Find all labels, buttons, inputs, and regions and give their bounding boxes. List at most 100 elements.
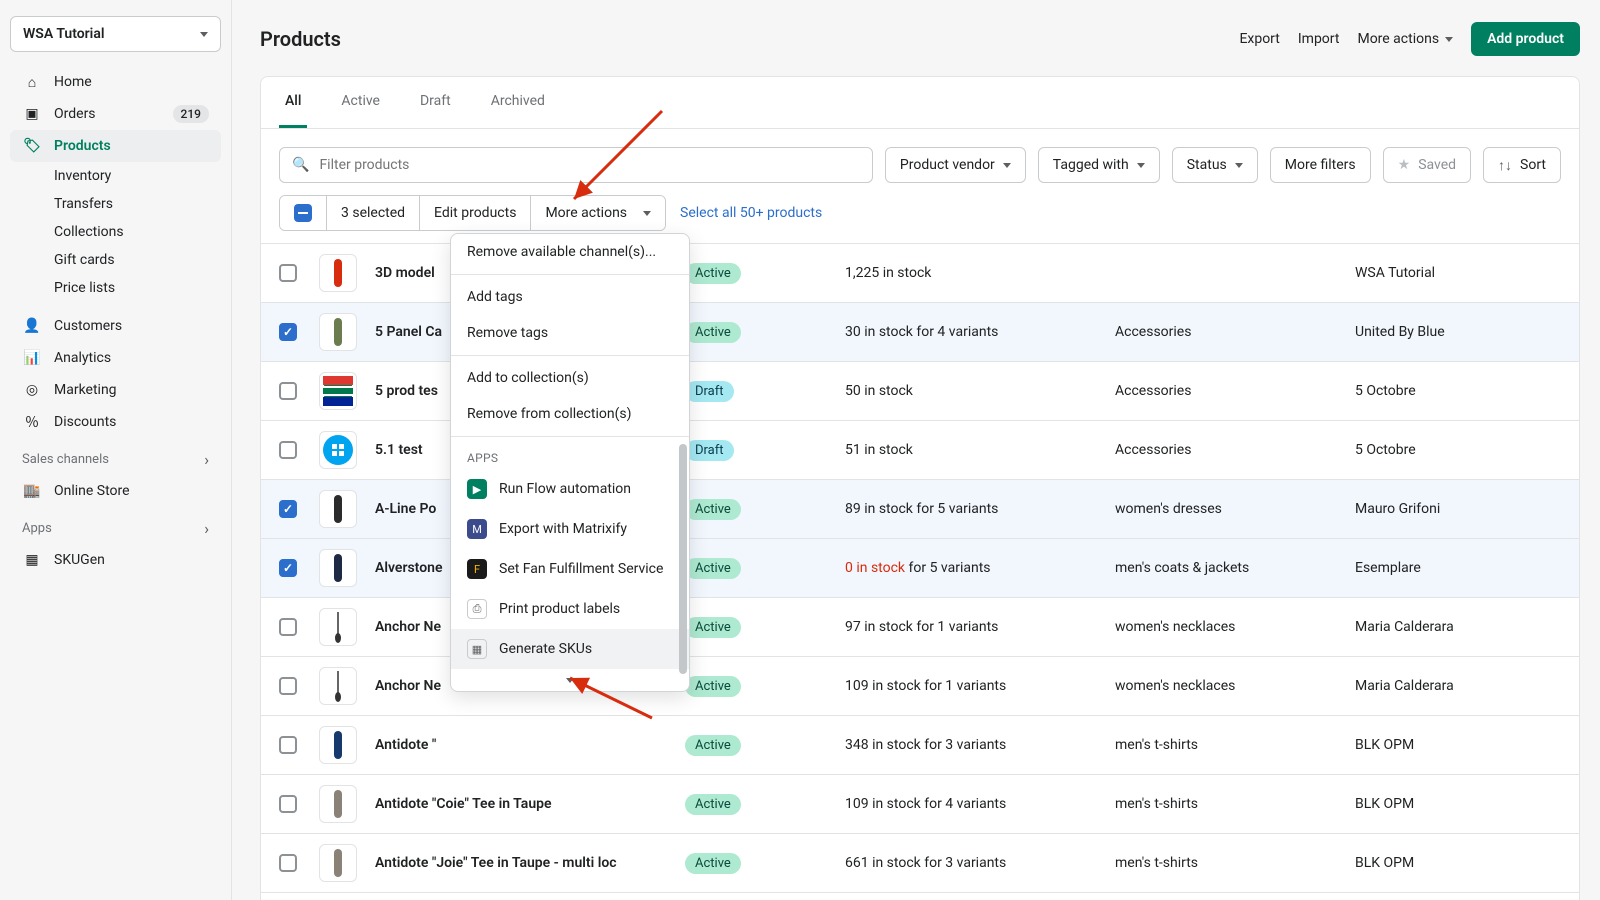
select-all-link[interactable]: Select all 50+ products [680,205,822,221]
product-name[interactable]: Antidote "Coie" Tee in Taupe [375,796,685,812]
discount-icon: ％ [22,412,42,432]
type-cell: men's t-shirts [1115,796,1355,812]
dd-set-fan[interactable]: FSet Fan Fulfillment Service [451,549,689,589]
product-thumbnail [319,254,357,292]
store-selector[interactable]: WSA Tutorial [10,16,221,52]
inventory-cell: 50 in stock [845,383,1115,399]
saved-button[interactable]: ★Saved [1383,147,1471,183]
divider [451,355,689,356]
status-badge: Active [685,794,741,815]
section-apps[interactable]: Apps› [10,507,221,544]
nav-price-lists[interactable]: Price lists [10,274,221,302]
vendor-cell: Maria Calderara [1355,619,1561,635]
filter-tagged[interactable]: Tagged with [1038,147,1160,183]
filter-status[interactable]: Status [1172,147,1258,183]
row-checkbox[interactable] [279,500,297,518]
type-cell: women's dresses [1115,501,1355,517]
bulk-more-actions[interactable]: More actions [531,196,665,230]
vendor-cell: BLK OPM [1355,855,1561,871]
nav-online-store[interactable]: 🏬Online Store [10,475,221,507]
nav-marketing[interactable]: ◎Marketing [10,374,221,406]
nav-collections[interactable]: Collections [10,218,221,246]
sort-button[interactable]: ↑↓Sort [1483,147,1561,183]
vendor-cell: BLK OPM [1355,737,1561,753]
print-icon: ⎙ [467,599,487,619]
filter-vendor[interactable]: Product vendor [885,147,1026,183]
divider [451,274,689,275]
nav-gift-cards[interactable]: Gift cards [10,246,221,274]
row-checkbox[interactable] [279,382,297,400]
tab-draft[interactable]: Draft [414,77,457,128]
dd-scroll-down-caret[interactable] [451,669,689,691]
type-cell: men's coats & jackets [1115,560,1355,576]
matrixify-icon: M [467,519,487,539]
sort-icon: ↑↓ [1498,157,1512,174]
main-content: Products Export Import More actions Add … [232,0,1600,900]
dd-print-labels[interactable]: ⎙Print product labels [451,589,689,629]
row-checkbox[interactable] [279,559,297,577]
row-checkbox[interactable] [279,323,297,341]
product-thumbnail [319,431,357,469]
dd-remove-collections[interactable]: Remove from collection(s) [451,396,689,432]
table-row[interactable]: Antidote "Coie" Tee in TaupeActive109 in… [261,774,1579,833]
table-row[interactable]: Asymmetric Dress in Black 16kg BisActive… [261,892,1579,900]
dd-export-matrixify[interactable]: MExport with Matrixify [451,509,689,549]
chevron-down-icon [1137,163,1145,168]
bulk-check-indeterminate[interactable] [280,196,327,230]
dd-remove-tags[interactable]: Remove tags [451,315,689,351]
product-name[interactable]: Antidote " [375,737,685,753]
bulk-edit-button[interactable]: Edit products [420,196,531,230]
section-sales-channels[interactable]: Sales channels› [10,438,221,475]
nav-skugen[interactable]: ▦SKUGen [10,544,221,576]
scrollbar[interactable] [679,444,687,674]
nav-discounts[interactable]: ％Discounts [10,406,221,438]
dd-remove-channels[interactable]: Remove available channel(s)... [451,234,689,270]
product-thumbnail [319,490,357,528]
sku-icon: ▦ [467,639,487,659]
dd-run-flow[interactable]: ▶Run Flow automation [451,469,689,509]
product-thumbnail [319,372,357,410]
nav-products[interactable]: 🏷Products [10,130,221,162]
row-checkbox[interactable] [279,264,297,282]
nav-inventory[interactable]: Inventory [10,162,221,190]
row-checkbox[interactable] [279,441,297,459]
home-icon: ⌂ [22,74,42,91]
dd-apps-heading: APPS [451,441,689,469]
row-checkbox[interactable] [279,677,297,695]
search-input[interactable] [319,157,859,173]
row-checkbox[interactable] [279,736,297,754]
bulk-more-actions-dropdown: Remove available channel(s)... Add tags … [450,233,690,692]
person-icon: 👤 [22,318,42,334]
nav-transfers[interactable]: Transfers [10,190,221,218]
product-thumbnail [319,313,357,351]
nav-orders[interactable]: ▣Orders219 [10,98,221,130]
bulk-selected-count[interactable]: 3 selected [327,196,420,230]
page-title: Products [260,27,341,51]
status-badge: Draft [685,381,734,402]
add-product-button[interactable]: Add product [1471,22,1580,56]
inventory-cell: 0 in stock for 5 variants [845,560,1115,576]
nav-home[interactable]: ⌂Home [10,66,221,98]
table-row[interactable]: Antidote "Joie" Tee in Taupe - multi loc… [261,833,1579,892]
row-checkbox[interactable] [279,795,297,813]
tab-all[interactable]: All [279,77,307,128]
dd-add-tags[interactable]: Add tags [451,279,689,315]
status-badge: Active [685,676,741,697]
header-more-actions[interactable]: More actions [1357,31,1453,47]
search-box[interactable]: 🔍 [279,147,873,183]
chevron-down-icon [643,211,651,216]
inventory-cell: 348 in stock for 3 variants [845,737,1115,753]
filter-more[interactable]: More filters [1270,147,1371,183]
dd-generate-skus[interactable]: ▦Generate SKUs [451,629,689,669]
tab-active[interactable]: Active [335,77,386,128]
row-checkbox[interactable] [279,618,297,636]
table-row[interactable]: Antidote "Active348 in stock for 3 varia… [261,715,1579,774]
dd-add-collections[interactable]: Add to collection(s) [451,360,689,396]
import-link[interactable]: Import [1298,31,1340,47]
nav-analytics[interactable]: 📊Analytics [10,342,221,374]
nav-customers[interactable]: 👤Customers [10,310,221,342]
tab-archived[interactable]: Archived [485,77,551,128]
export-link[interactable]: Export [1239,31,1279,47]
product-name[interactable]: Antidote "Joie" Tee in Taupe - multi loc [375,855,685,871]
row-checkbox[interactable] [279,854,297,872]
